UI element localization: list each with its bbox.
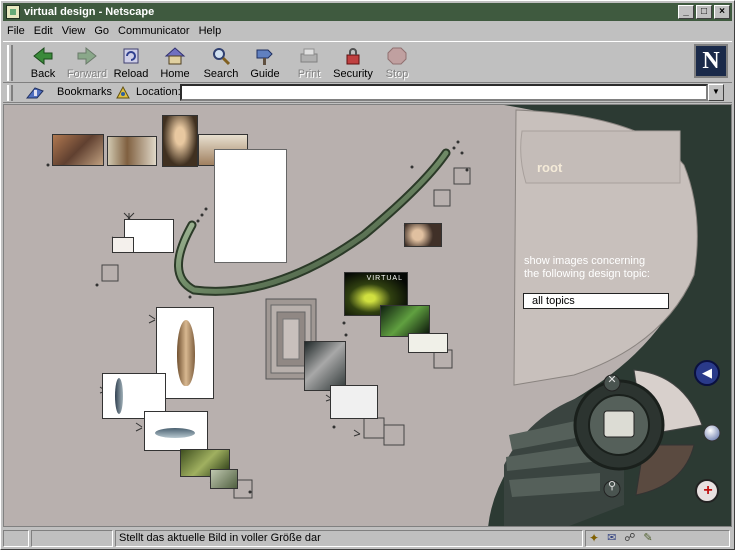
location-input[interactable] (180, 84, 708, 101)
thumbnail-image[interactable] (162, 115, 198, 167)
page-content: VIRTUAL root show images concerning the … (3, 104, 732, 527)
status-security-cell[interactable] (3, 530, 29, 547)
home-icon (164, 47, 186, 65)
status-bar: Stellt das aktuelle Bild in voller Größe… (3, 529, 732, 548)
design-topic-select[interactable]: all topics (523, 293, 669, 309)
thumbnail-image[interactable] (210, 469, 238, 489)
guide-button[interactable]: Guide (243, 44, 287, 82)
toolbar-grip[interactable] (7, 45, 13, 81)
menu-bar: File Edit View Go Communicator Help (3, 22, 732, 39)
security-button[interactable]: Security (331, 44, 375, 82)
security-lock-icon (346, 48, 360, 65)
menu-help[interactable]: Help (199, 25, 222, 37)
window-title: virtual design - Netscape (24, 6, 155, 18)
status-component-bar: ✦ ✉ ☍ ✎ (585, 530, 730, 547)
title-bar[interactable]: virtual design - Netscape _ □ × (3, 3, 732, 21)
thumbnail-image[interactable] (330, 385, 378, 419)
back-arrow-icon[interactable]: ◀ (696, 363, 718, 383)
minimize-button[interactable]: _ (678, 5, 694, 19)
stop-button[interactable]: Stop (375, 44, 419, 82)
current-node-label: root (537, 160, 563, 175)
status-progress-cell (31, 530, 113, 547)
guide-icon (256, 49, 273, 65)
back-arrow-icon (33, 46, 53, 66)
status-message: Stellt das aktuelle Bild in voller Größe… (115, 530, 583, 547)
bookmarks-label[interactable]: Bookmarks (57, 86, 112, 98)
composer-icon[interactable]: ✎ (643, 531, 652, 546)
thumbnail-image[interactable] (112, 237, 134, 253)
close-button[interactable]: × (714, 5, 730, 19)
reload-icon (123, 48, 139, 64)
stop-icon (387, 47, 407, 65)
thumbnail-image[interactable] (408, 333, 448, 353)
navigation-toolbar: Back Forward Reload Home Search Guide Pr… (3, 41, 732, 83)
location-label: Location: (136, 86, 181, 98)
forward-arrow-icon (77, 46, 97, 66)
netscape-logo[interactable]: N (694, 44, 728, 78)
fish-shape (115, 378, 123, 414)
thumbnail-image[interactable] (144, 411, 208, 451)
move-cross-icon[interactable]: ✕ (605, 373, 619, 387)
discussions-icon[interactable]: ☍ (624, 531, 635, 546)
menu-go[interactable]: Go (94, 25, 109, 37)
mail-icon[interactable]: ✉ (607, 531, 616, 546)
search-button[interactable]: Search (199, 44, 243, 82)
fish-shape (155, 428, 195, 438)
menu-file[interactable]: File (7, 25, 25, 37)
magnifier-icon[interactable]: ⚲ (605, 479, 619, 493)
location-page-icon[interactable] (115, 85, 131, 100)
selected-image-placeholder[interactable] (214, 149, 287, 263)
thumbnail-image[interactable] (404, 223, 442, 247)
window-controls: _ □ × (678, 5, 730, 19)
forward-button[interactable]: Forward (65, 44, 109, 82)
content-background (46, 105, 731, 526)
thumb-caption: VIRTUAL (366, 275, 403, 282)
location-dropdown-button[interactable]: ▼ (708, 84, 724, 101)
zoom-in-icon[interactable]: + (697, 481, 719, 501)
reload-button[interactable]: Reload (109, 44, 153, 82)
netscape-app-icon[interactable] (6, 5, 20, 19)
print-icon (300, 48, 318, 63)
print-button[interactable]: Print (287, 44, 331, 82)
thumbnail-image[interactable] (304, 341, 346, 391)
location-toolbar: Bookmarks Location: ▼ (3, 83, 732, 103)
maximize-button[interactable]: □ (696, 5, 712, 19)
browser-window: virtual design - Netscape _ □ × File Edi… (0, 0, 735, 550)
menu-view[interactable]: View (62, 25, 86, 37)
thumbnail-image[interactable] (52, 134, 104, 166)
thumbnail-image[interactable] (107, 136, 157, 166)
menu-communicator[interactable]: Communicator (118, 25, 190, 37)
back-button[interactable]: Back (21, 44, 65, 82)
navigator-icon[interactable]: ✦ (589, 531, 599, 546)
menu-edit[interactable]: Edit (34, 25, 53, 37)
bookmarks-icon[interactable] (25, 85, 45, 100)
topic-prompt: show images concerning the following des… (524, 255, 650, 280)
location-grip[interactable] (7, 85, 13, 101)
cocoon-shape (177, 320, 195, 386)
home-button[interactable]: Home (153, 44, 197, 82)
search-icon (213, 48, 231, 66)
